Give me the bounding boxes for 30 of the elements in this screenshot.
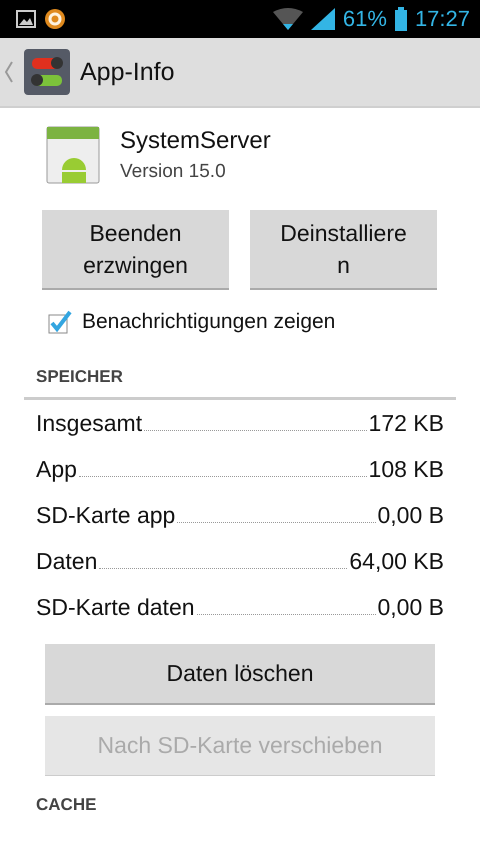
ring-icon	[44, 8, 66, 30]
storage-label: Daten	[36, 548, 98, 575]
screen-title: App-Info	[80, 58, 175, 86]
storage-label: Insgesamt	[36, 410, 142, 437]
section-header: CACHE	[35, 795, 98, 815]
storage-value: 0,00 B	[378, 502, 444, 529]
section-header: SPEICHER	[24, 367, 456, 400]
storage-value: 64,00 KB	[349, 548, 444, 575]
storage-label: SD-Karte app	[36, 502, 176, 529]
signal-icon	[310, 8, 335, 30]
storage-label: SD-Karte daten	[36, 594, 195, 621]
action-button[interactable]: Daten löschen	[45, 644, 435, 703]
battery-icon	[394, 7, 407, 31]
storage-value: 0,00 B	[378, 594, 444, 621]
storage-value: 108 KB	[368, 456, 444, 483]
storage-value: 172 KB	[368, 410, 444, 437]
checkbox[interactable]	[48, 310, 72, 334]
action-button[interactable]: Beenden erzwingen	[42, 210, 229, 288]
action-button[interactable]: Deinstalliere n	[250, 210, 437, 288]
storage-label: App	[36, 456, 77, 483]
clock: 17:27	[414, 6, 470, 32]
android-app-icon	[46, 126, 100, 184]
toggle-switches-icon[interactable]	[24, 49, 70, 95]
app-name: SystemServer	[120, 127, 271, 155]
image-icon	[16, 10, 36, 28]
app-version: Version 15.0	[120, 161, 227, 183]
checkbox-label[interactable]: Benachrichtigungen zeigen	[82, 310, 336, 334]
back-caret-icon[interactable]	[4, 61, 14, 83]
wifi-icon	[272, 8, 303, 30]
battery-percent: 61%	[342, 6, 387, 32]
